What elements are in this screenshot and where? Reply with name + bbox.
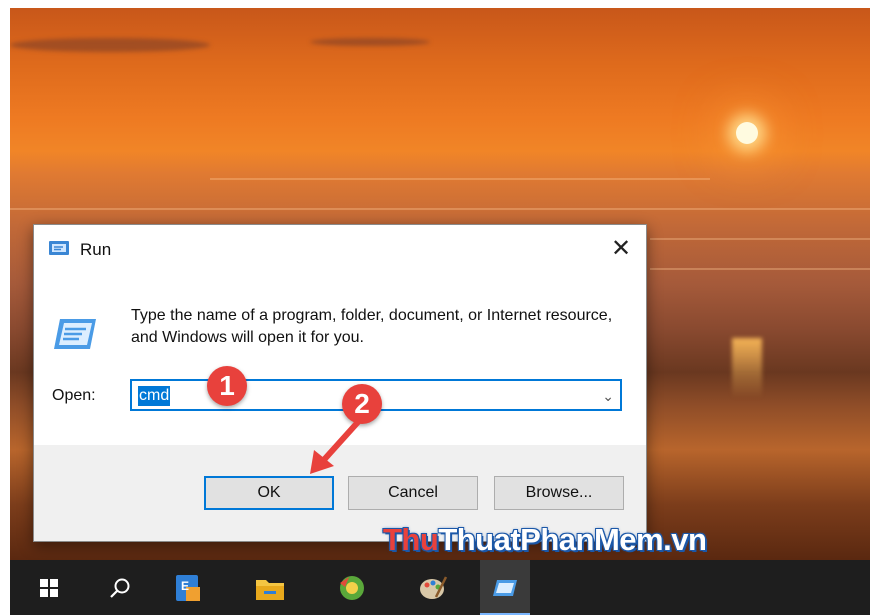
start-button[interactable]: [24, 560, 74, 615]
outlook-icon: E: [176, 574, 200, 601]
dialog-description: Type the name of a program, folder, docu…: [131, 307, 613, 346]
browser-icon: [340, 575, 364, 600]
folder-icon: [256, 579, 284, 600]
search-button[interactable]: [95, 560, 145, 615]
chevron-down-icon[interactable]: ⌄: [602, 385, 614, 407]
app-browser[interactable]: [327, 560, 377, 615]
wallpaper-wave: [650, 238, 870, 240]
wallpaper-sun: [736, 122, 758, 144]
svg-text:E: E: [181, 579, 189, 593]
wallpaper-wave: [650, 268, 870, 270]
watermark-part2: ThuatPhanMem.vn: [438, 522, 707, 557]
watermark-part1: Thu: [383, 522, 439, 557]
app-outlook[interactable]: E: [162, 560, 212, 615]
browse-button[interactable]: Browse...: [494, 476, 624, 510]
step-badge-1: 1: [207, 366, 247, 406]
run-dialog: Run ✕ Type the name of a program, folder…: [33, 224, 647, 542]
app-paint[interactable]: [408, 560, 458, 615]
wallpaper-cloud: [10, 38, 210, 52]
close-icon: ✕: [610, 235, 632, 262]
annotation-arrow: [310, 419, 361, 474]
wallpaper-sun-reflection: [732, 338, 762, 398]
run-icon: [493, 579, 517, 596]
open-label: Open:: [52, 387, 96, 404]
app-run[interactable]: [480, 560, 530, 615]
paint-palette-icon: [420, 575, 448, 599]
taskbar: E: [10, 560, 870, 615]
search-icon: [110, 578, 130, 598]
dialog-title: Run: [80, 240, 112, 259]
run-icon: [49, 241, 69, 255]
wallpaper-cloud: [310, 38, 430, 46]
open-input-value[interactable]: cmd: [138, 386, 171, 406]
wallpaper-wave: [210, 178, 710, 180]
app-file-explorer[interactable]: [245, 560, 295, 615]
site-watermark: ThuThuatPhanMem.vn: [383, 522, 707, 558]
dialog-titlebar[interactable]: Run ✕: [34, 225, 646, 275]
close-button[interactable]: ✕: [604, 235, 638, 265]
run-program-icon: [54, 319, 96, 349]
wallpaper-wave: [10, 208, 870, 210]
cancel-button[interactable]: Cancel: [348, 476, 478, 510]
windows-logo-icon: [40, 578, 58, 597]
ok-button[interactable]: OK: [204, 476, 334, 510]
